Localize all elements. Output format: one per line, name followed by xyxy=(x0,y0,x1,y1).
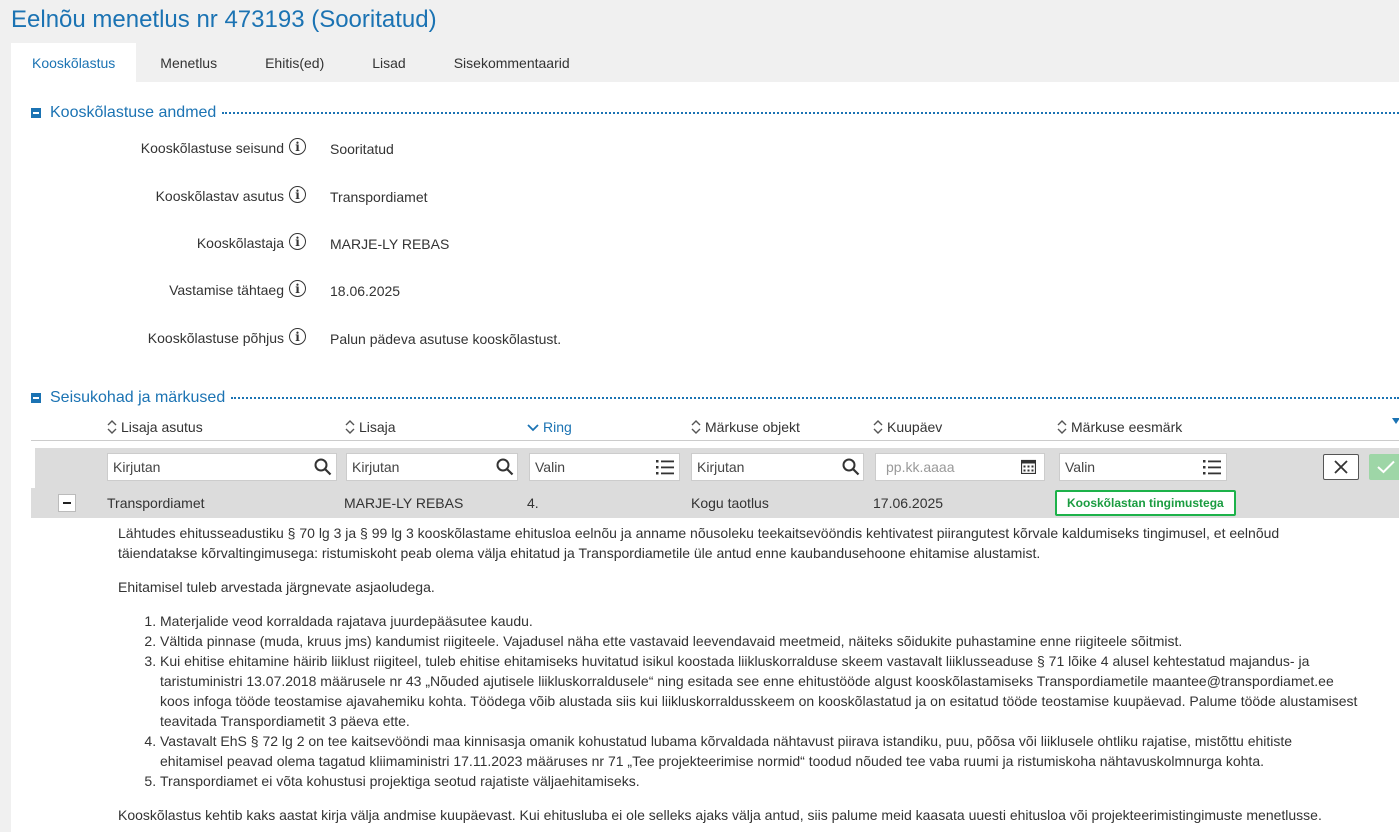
filter-objekt-input[interactable] xyxy=(691,453,864,481)
sort-icon xyxy=(1057,420,1067,434)
info-icon[interactable]: i xyxy=(289,280,306,297)
field-kooskolastaja: Kooskõlastaja i MARJE-LY REBAS xyxy=(11,233,1399,257)
section-title: Seisukohad ja märkused xyxy=(50,389,226,406)
section-header-seisukohad: Seisukohad ja märkused xyxy=(31,389,1399,407)
field-label: Kooskõlastav asutus xyxy=(155,188,284,204)
field-asutus: Kooskõlastav asutus i Transpordiamet xyxy=(11,186,1399,210)
column-header-lisaja-asutus[interactable]: Lisaja asutus xyxy=(107,419,203,435)
column-header-kuupaev[interactable]: Kuupäev xyxy=(873,419,942,435)
column-label: Märkuse eesmärk xyxy=(1071,419,1183,435)
comment-detail: Lähtudes ehitusseadustiku § 70 lg 3 ja §… xyxy=(118,523,1358,832)
info-icon[interactable]: i xyxy=(289,328,306,345)
column-label: Lisaja xyxy=(359,419,396,435)
tab-bar: Kooskõlastus Menetlus Ehitis(ed) Lisad S… xyxy=(11,43,594,82)
field-label: Kooskõlastuse seisund xyxy=(140,140,284,156)
tab-menetlus[interactable]: Menetlus xyxy=(136,43,241,82)
close-icon xyxy=(1334,460,1348,474)
list-item: Vastavalt EhS § 72 lg 2 on tee kaitsevöö… xyxy=(160,731,1358,771)
column-header-objekt[interactable]: Märkuse objekt xyxy=(691,419,800,435)
apply-filters-button[interactable] xyxy=(1369,454,1399,480)
list-icon[interactable] xyxy=(656,458,674,476)
cell-kuupaev: 17.06.2025 xyxy=(873,495,944,511)
detail-footer: Kooskõlastus kehtib kaks aastat kirja vä… xyxy=(118,807,1322,823)
search-icon[interactable] xyxy=(842,458,860,476)
field-label: Vastamise tähtaeg xyxy=(169,282,284,298)
column-header-eesmark[interactable]: Märkuse eesmärk xyxy=(1057,419,1182,435)
list-icon[interactable] xyxy=(1203,458,1221,476)
tab-kooskolastus[interactable]: Kooskõlastus xyxy=(11,43,137,82)
info-icon[interactable]: i xyxy=(289,186,306,203)
field-pohjus: Kooskõlastuse põhjus i Palun pädeva asut… xyxy=(11,328,1399,352)
filter-kuupaev-input[interactable] xyxy=(875,453,1045,481)
info-icon[interactable]: i xyxy=(289,233,306,250)
filter-eesmark-select[interactable] xyxy=(1059,453,1227,481)
field-label: Kooskõlastaja xyxy=(196,235,284,251)
field-value: MARJE-LY REBAS xyxy=(330,236,450,252)
list-item: Vältida pinnase (muda, kruus jms) kandum… xyxy=(160,631,1358,651)
filter-lisaja-asutus-input[interactable] xyxy=(107,453,337,481)
field-label: Kooskõlastuse põhjus xyxy=(147,330,284,346)
tab-sisekommentaarid[interactable]: Sisekommentaarid xyxy=(430,43,594,82)
cell-lisaja: MARJE-LY REBAS xyxy=(344,495,464,511)
field-value: Transpordiamet xyxy=(330,189,428,205)
tab-ehitised[interactable]: Ehitis(ed) xyxy=(241,43,348,82)
field-value: 18.06.2025 xyxy=(330,283,401,299)
cell-objekt: Kogu taotlus xyxy=(691,495,769,511)
sort-icon xyxy=(873,420,883,434)
search-icon[interactable] xyxy=(314,458,332,476)
cell-ring: 4. xyxy=(527,495,539,511)
sort-icon xyxy=(345,420,355,434)
field-value: Sooritatud xyxy=(330,141,394,157)
list-item: Transpordiamet ei võta kohustusi projekt… xyxy=(160,771,1358,791)
section-header-kooskolastuse-andmed: Kooskõlastuse andmed xyxy=(31,104,1399,122)
status-badge: Kooskõlastan tingimustega xyxy=(1055,490,1236,516)
clear-filters-button[interactable] xyxy=(1323,454,1359,480)
list-item: Kui ehitise ehitamine häirib liiklust ri… xyxy=(160,651,1358,731)
check-icon xyxy=(1377,460,1395,474)
table-row[interactable]: Transpordiamet MARJE-LY REBAS 4. Kogu ta… xyxy=(31,488,1399,518)
cell-lisaja-asutus: Transpordiamet xyxy=(107,495,205,511)
field-tahtaeg: Vastamise tähtaeg i 18.06.2025 xyxy=(11,280,1399,304)
collapse-icon[interactable] xyxy=(31,108,41,118)
column-header-lisaja[interactable]: Lisaja xyxy=(345,419,396,435)
field-seisund: Kooskõlastuse seisund i Sooritatud xyxy=(11,138,1399,162)
sort-icon xyxy=(107,420,117,434)
list-item: Materjalide veod korraldada rajatava juu… xyxy=(160,611,1358,631)
tab-lisad[interactable]: Lisad xyxy=(348,43,429,82)
header-divider xyxy=(31,440,1399,441)
section-title: Kooskõlastuse andmed xyxy=(50,104,217,121)
page-title: Eelnõu menetlus nr 473193 (Sooritatud) xyxy=(11,6,437,33)
collapse-row-icon[interactable] xyxy=(58,494,76,512)
column-label: Ring xyxy=(543,419,572,435)
sort-icon xyxy=(691,420,701,434)
column-header-ring[interactable]: Ring xyxy=(527,419,572,435)
filter-toggle-icon[interactable] xyxy=(1392,418,1399,428)
column-label: Märkuse objekt xyxy=(705,419,800,435)
filter-lisaja-input[interactable] xyxy=(346,453,518,481)
column-label: Kuupäev xyxy=(887,419,943,435)
filter-bar xyxy=(35,448,1399,488)
column-label: Lisaja asutus xyxy=(121,419,203,435)
field-value: Palun pädeva asutuse kooskõlastust. xyxy=(330,331,562,347)
detail-intro: Lähtudes ehitusseadustiku § 70 lg 3 ja §… xyxy=(118,525,1280,561)
detail-list: Materjalide veod korraldada rajatava juu… xyxy=(118,611,1358,791)
search-icon[interactable] xyxy=(496,458,514,476)
collapse-icon[interactable] xyxy=(31,393,41,403)
info-icon[interactable]: i xyxy=(289,138,306,155)
section-divider xyxy=(231,397,1399,399)
sort-descending-icon xyxy=(527,424,539,432)
section-divider xyxy=(222,112,1399,114)
detail-lead: Ehitamisel tuleb arvestada järgnevate as… xyxy=(118,579,435,595)
tab-content: Kooskõlastuse andmed Kooskõlastuse seisu… xyxy=(11,82,1399,832)
calendar-icon[interactable] xyxy=(1021,459,1036,474)
